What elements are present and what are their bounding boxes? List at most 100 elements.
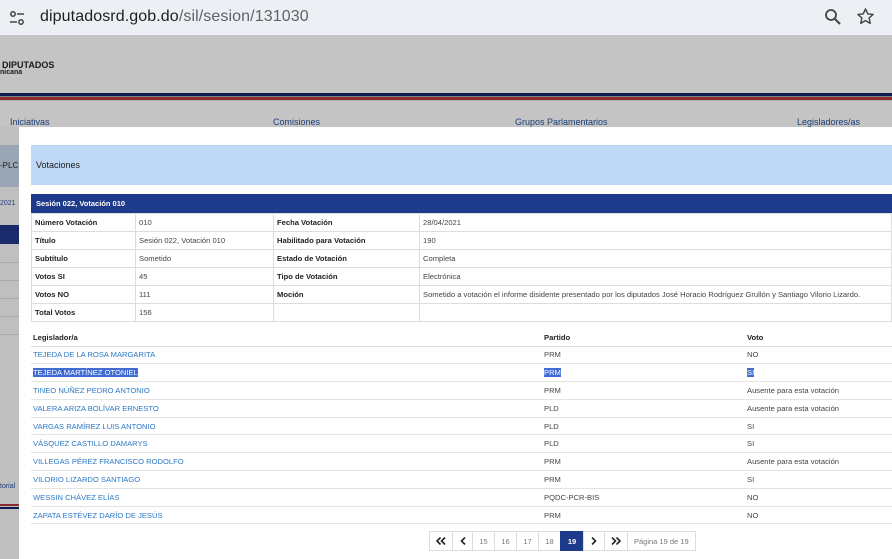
info-row: Votos SI 45 Tipo de Votación Electrónica bbox=[31, 267, 892, 286]
vote-row: ZAPATA ESTÉVEZ DARÍO DE JESÚS PRM NO bbox=[31, 506, 892, 525]
vote-row: VILORIO LIZARDO SANTIAGO PRM SI bbox=[31, 470, 892, 489]
info-label: Número Votación bbox=[31, 213, 136, 232]
vote-cell: NO bbox=[747, 492, 759, 502]
vote-cell-cell: SI bbox=[745, 434, 892, 454]
prev-page-button[interactable] bbox=[452, 531, 473, 551]
legislador-link[interactable]: VILLEGAS PÉREZ FRANCISCO RODOLFO bbox=[33, 457, 184, 466]
legislador-link[interactable]: TEJEDA MARTÍNEZ OTONIEL bbox=[33, 368, 138, 378]
modal-title: Votaciones bbox=[36, 160, 81, 170]
info-value: 190 bbox=[419, 231, 892, 250]
vote-row: VILLEGAS PÉREZ FRANCISCO RODOLFO PRM Ausen… bbox=[31, 452, 892, 472]
vote-cell: NO bbox=[747, 510, 759, 520]
nav-comisiones[interactable]: Comisiones bbox=[273, 117, 320, 127]
bookmark-star-icon[interactable] bbox=[856, 7, 875, 26]
vote-cell: Ausente para esta votación bbox=[747, 385, 840, 395]
background-tab-label: -PLC bbox=[0, 161, 19, 170]
legislador-link[interactable]: VARGAS RAMÍREZ LUIS ANTONIO bbox=[33, 422, 156, 431]
url-text[interactable]: diputadosrd.gob.do/sil/sesion/131030 bbox=[40, 8, 309, 26]
legislador-link[interactable]: VILORIO LIZARDO SANTIAGO bbox=[33, 475, 140, 484]
background-content-strip bbox=[0, 127, 20, 559]
info-label: Votos SI bbox=[31, 267, 136, 286]
info-row: Votos NO 111 Moción Sometido a votación el … bbox=[31, 285, 892, 304]
legislador-link[interactable]: WESSIN CHÁVEZ ELÍAS bbox=[33, 493, 120, 502]
first-page-button[interactable] bbox=[429, 531, 453, 551]
nav-grupos-parlamentarios[interactable]: Grupos Parlamentarios bbox=[515, 117, 608, 127]
party-cell-cell: PLD bbox=[542, 434, 745, 454]
vote-cell: SI bbox=[747, 439, 755, 449]
info-label: Moción bbox=[273, 285, 420, 304]
vote-cell: SI bbox=[747, 368, 755, 378]
page-button[interactable]: 19 bbox=[560, 531, 584, 551]
info-label: Tipo de Votación bbox=[273, 267, 420, 286]
legislador-link-cell[interactable]: VARGAS RAMÍREZ LUIS ANTONIO bbox=[31, 417, 542, 436]
double-chevron-left-icon bbox=[436, 537, 446, 545]
legislador-link[interactable]: TINEO NÚÑEZ PEDRO ANTONIO bbox=[33, 386, 150, 395]
info-value: Sesión 022, Votación 010 bbox=[135, 231, 274, 250]
legislador-link[interactable]: VÁSQUEZ CASTILLO DAMARYS bbox=[33, 439, 148, 448]
nav-legisladores[interactable]: Legisladores/as bbox=[797, 117, 860, 127]
background-divider bbox=[0, 280, 20, 281]
party-cell-cell: PRM bbox=[542, 346, 745, 365]
page-info: Página 19 de 19 bbox=[627, 531, 696, 551]
site-settings-icon[interactable] bbox=[8, 9, 26, 27]
page-button[interactable]: 15 bbox=[472, 531, 495, 551]
legislador-link-cell[interactable]: VÁSQUEZ CASTILLO DAMARYS bbox=[31, 434, 542, 454]
vote-cell-cell: Ausente para esta votación bbox=[745, 452, 892, 472]
zoom-icon[interactable] bbox=[824, 8, 842, 26]
header-stripe-blue bbox=[0, 93, 892, 96]
background-bar bbox=[0, 225, 20, 244]
url-path: /sil/sesion/131030 bbox=[178, 8, 309, 25]
last-page-button[interactable] bbox=[604, 531, 628, 551]
legislador-link-cell[interactable]: VALERA ARIZA BOLÍVAR ERNESTO bbox=[31, 399, 542, 418]
legislador-link-cell[interactable]: VILORIO LIZARDO SANTIAGO bbox=[31, 470, 542, 489]
info-value: Completa bbox=[419, 249, 892, 268]
footer-stripe-blue bbox=[0, 507, 20, 509]
party-cell-cell: PRM bbox=[542, 470, 745, 489]
vote-cell-cell: NO bbox=[745, 506, 892, 525]
legislador-link[interactable]: ZAPATA ESTÉVEZ DARÍO DE JESÚS bbox=[33, 511, 163, 520]
legislador-link-cell[interactable]: WESSIN CHÁVEZ ELÍAS bbox=[31, 488, 542, 507]
vote-cell: Ausente para esta votación bbox=[747, 403, 840, 413]
legislador-link-cell[interactable]: VILLEGAS PÉREZ FRANCISCO RODOLFO bbox=[31, 452, 542, 472]
vote-cell: SI bbox=[747, 421, 755, 431]
background-tab: -PLC bbox=[0, 145, 20, 187]
modal-header: Votaciones bbox=[31, 145, 892, 185]
legislador-link-cell[interactable]: TEJEDA DE LA ROSA MARGARITA bbox=[31, 346, 542, 365]
vote-cell-cell: NO bbox=[745, 346, 892, 365]
info-value: 111 bbox=[135, 285, 274, 304]
party-cell-cell: PRM bbox=[542, 363, 745, 383]
legislador-link-cell[interactable]: TINEO NÚÑEZ PEDRO ANTONIO bbox=[31, 381, 542, 400]
vote-cell-cell: Ausente para esta votación bbox=[745, 399, 892, 418]
session-header-text: Sesión 022, Votación 010 bbox=[36, 199, 126, 208]
browser-address-bar[interactable]: diputadosrd.gob.do/sil/sesion/131030 bbox=[0, 0, 892, 35]
votaciones-modal: Votaciones Sesión 022, Votación 010 Núme… bbox=[19, 127, 892, 559]
vote-cell: NO bbox=[747, 350, 759, 360]
party-cell: PRM bbox=[544, 350, 561, 360]
vote-cell-cell: SI bbox=[745, 470, 892, 489]
header-voto: Voto bbox=[745, 330, 892, 347]
background-divider bbox=[0, 316, 20, 317]
legislador-link-cell[interactable]: ZAPATA ESTÉVEZ DARÍO DE JESÚS bbox=[31, 506, 542, 525]
page-button[interactable]: 16 bbox=[494, 531, 517, 551]
info-label: Subtítulo bbox=[31, 249, 136, 268]
chevron-right-icon bbox=[591, 537, 597, 545]
vote-row: TEJEDA MARTÍNEZ OTONIEL PRM SI bbox=[31, 363, 892, 383]
legislador-link-cell[interactable]: TEJEDA MARTÍNEZ OTONIEL bbox=[31, 363, 542, 383]
info-label: Fecha Votación bbox=[273, 213, 420, 232]
page-button[interactable]: 17 bbox=[516, 531, 539, 551]
party-cell-cell: PRM bbox=[542, 381, 745, 400]
page-button[interactable]: 18 bbox=[538, 531, 561, 551]
info-value: Sometido a votación el informe disidente… bbox=[419, 285, 892, 304]
party-cell: PRM bbox=[544, 385, 561, 395]
site-header bbox=[0, 35, 892, 93]
legislador-link[interactable]: TEJEDA DE LA ROSA MARGARITA bbox=[33, 350, 155, 359]
next-page-button[interactable] bbox=[583, 531, 605, 551]
party-cell: PLD bbox=[544, 403, 559, 413]
party-cell: PRM bbox=[544, 457, 561, 467]
nav-iniciativas[interactable]: Iniciativas bbox=[10, 117, 50, 127]
legislador-link[interactable]: VALERA ARIZA BOLÍVAR ERNESTO bbox=[33, 404, 159, 413]
pagination: 15 16 17 18 19 Página 19 de 19 bbox=[429, 531, 696, 551]
site-logo-subtext: nicana bbox=[0, 69, 23, 76]
party-cell: PLD bbox=[544, 421, 559, 431]
vote-row: TINEO NÚÑEZ PEDRO ANTONIO PRM Ausente para… bbox=[31, 381, 892, 400]
